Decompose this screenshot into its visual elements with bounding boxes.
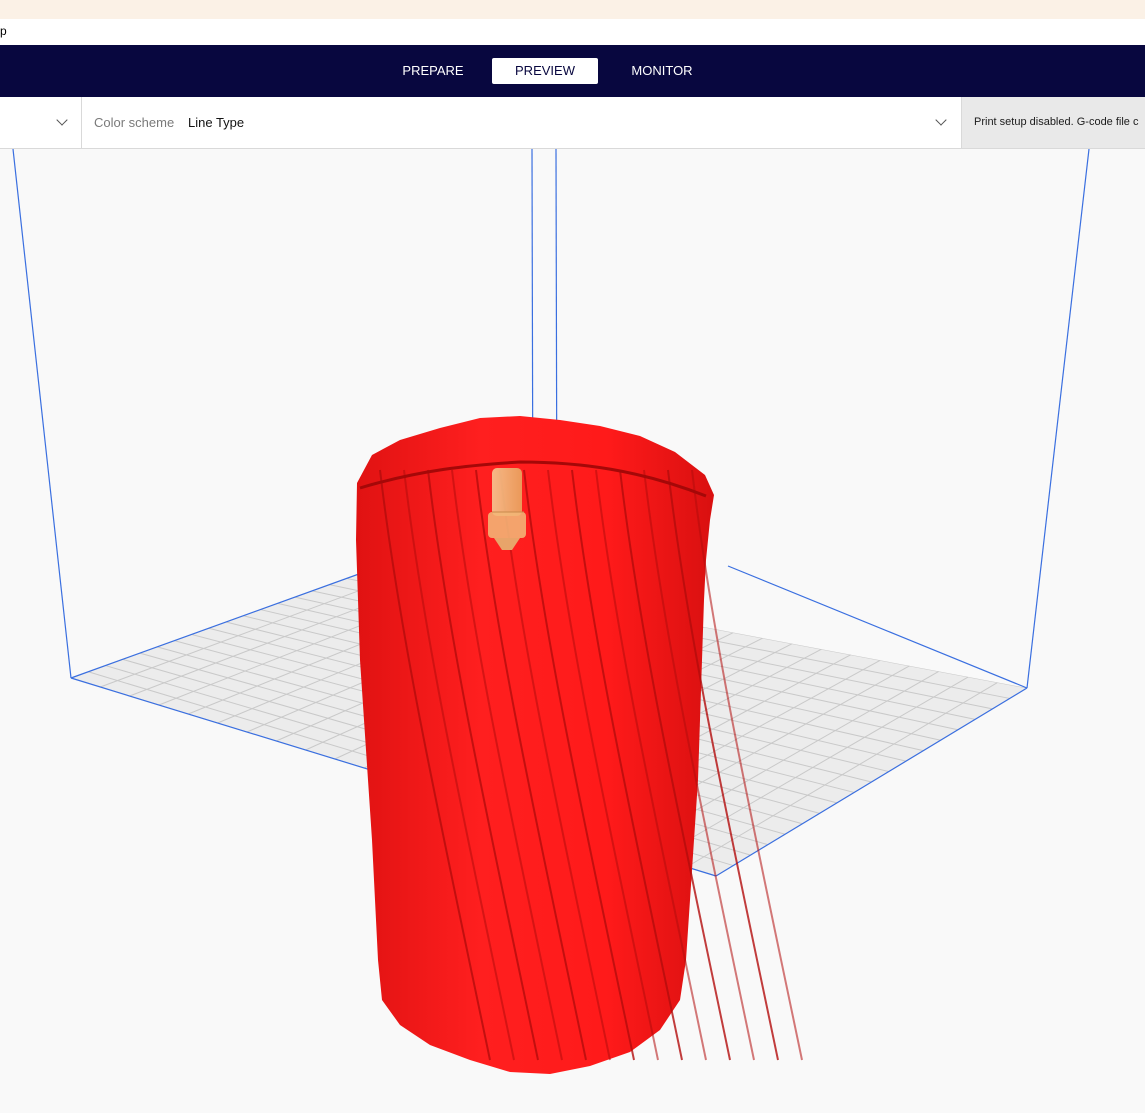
tab-prepare[interactable]: PREPARE	[396, 58, 470, 84]
scene-canvas	[12, 149, 1090, 1074]
title-strip	[0, 0, 1145, 19]
3d-viewport[interactable]	[0, 149, 1145, 1113]
print-setup-panel[interactable]: Print setup disabled. G-code file c	[962, 97, 1145, 148]
color-scheme-value: Line Type	[188, 115, 245, 130]
color-scheme-dropdown[interactable]: Color scheme Line Type	[82, 97, 962, 148]
cura-window: p PREPARE PREVIEW MONITOR Color scheme L…	[0, 0, 1145, 1113]
tab-monitor[interactable]: MONITOR	[620, 58, 704, 84]
print-setup-status: Print setup disabled. G-code file c	[974, 116, 1139, 128]
menu-item-help[interactable]: p	[0, 24, 7, 38]
view-toolbar: Color scheme Line Type Print setup disab…	[0, 97, 1145, 149]
view-type-dropdown[interactable]	[0, 97, 82, 148]
stage-menu: PREPARE PREVIEW MONITOR	[0, 45, 1145, 97]
menu-bar: p	[0, 19, 1145, 46]
tab-preview[interactable]: PREVIEW	[492, 58, 598, 84]
color-scheme-label: Color scheme	[94, 115, 175, 130]
chevron-down-icon	[56, 114, 68, 126]
chevron-down-icon	[935, 114, 947, 126]
nozzle-icon	[488, 468, 526, 550]
